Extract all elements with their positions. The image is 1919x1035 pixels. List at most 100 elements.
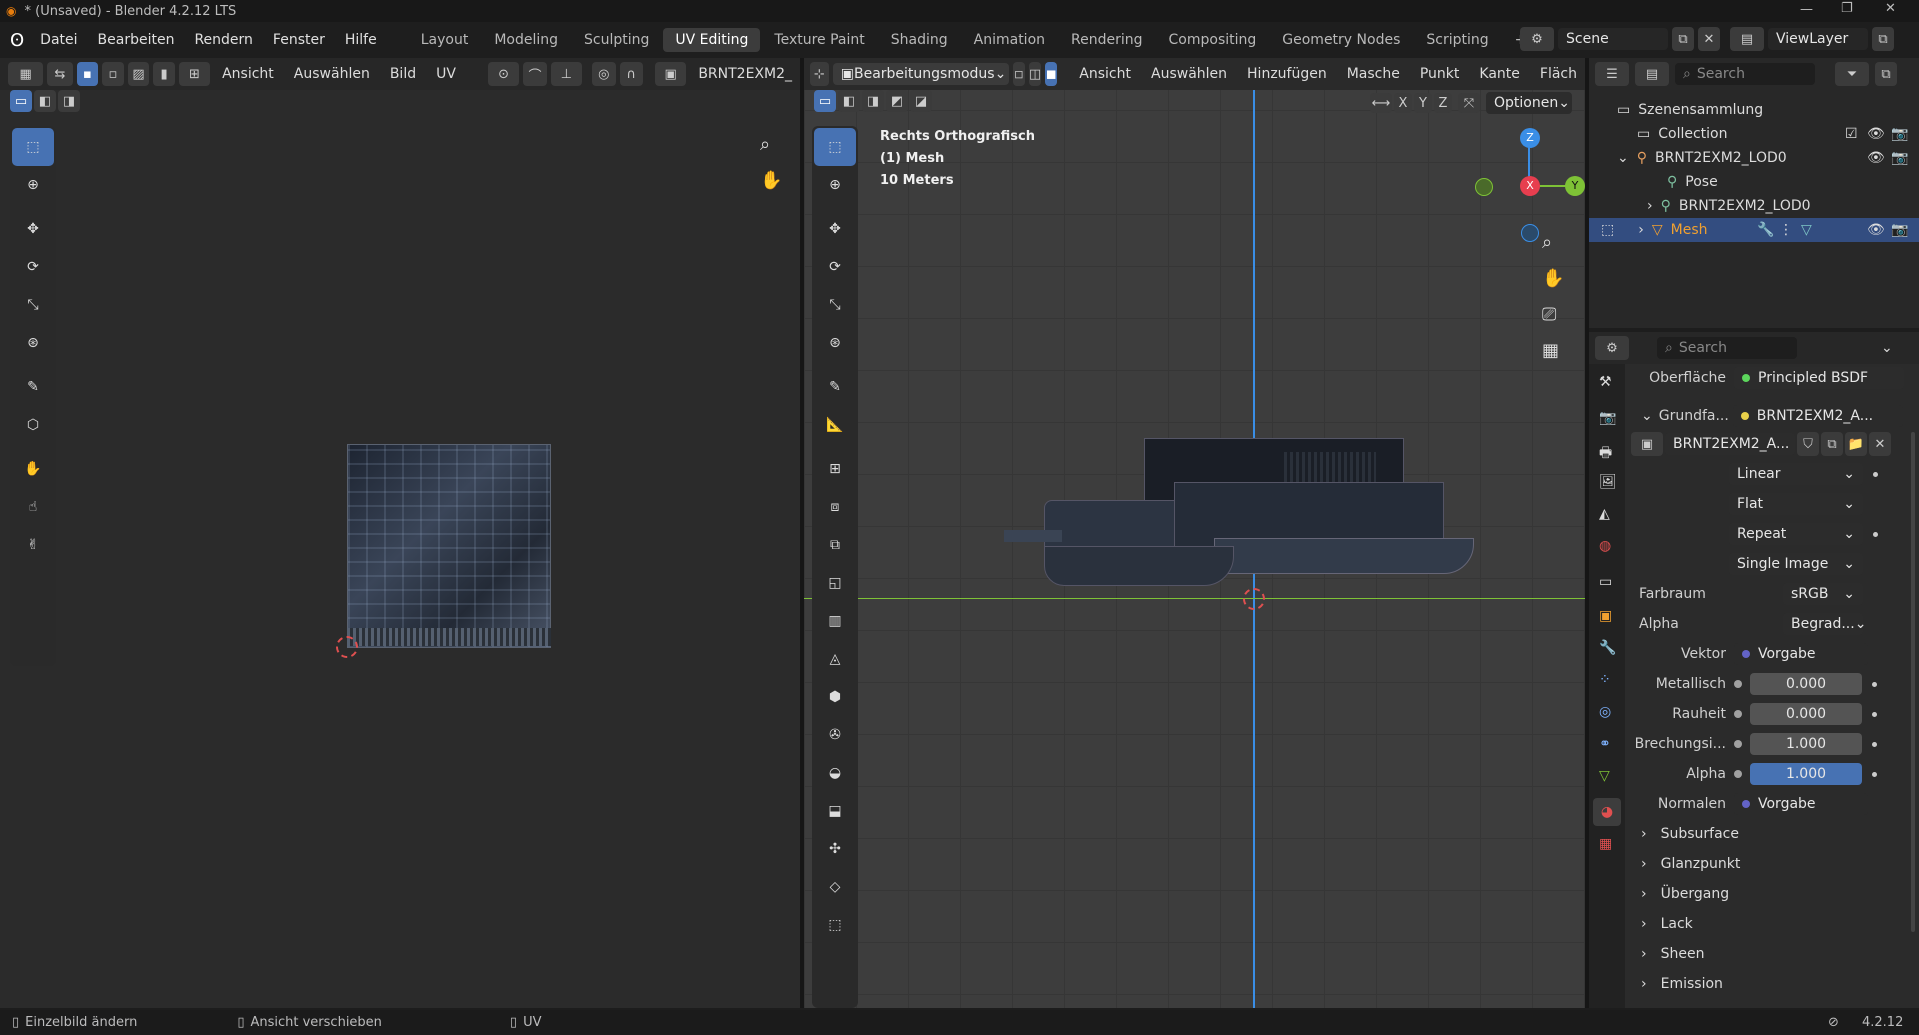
add-cube-tool[interactable]: ⊞ [814,450,856,488]
keyframe-dot-icon[interactable] [1872,681,1877,687]
transform-tool[interactable]: ⊛ [12,324,54,362]
navigation-gizmo[interactable]: Z X Y [1469,128,1599,248]
tree-row-armature-data[interactable]: › ⚲ BRNT2EXM2_LOD0 [1589,194,1859,218]
colorspace-select[interactable]: sRGB ⌄ [1783,583,1863,605]
section-coat[interactable]: › Lack [1629,912,1919,936]
vp-move-tool[interactable]: ✥ [814,210,856,248]
blender-menu-icon[interactable]: ʘ [10,30,24,51]
uv-pan-icon[interactable]: ✋ [760,170,782,191]
collection-tab-icon[interactable]: ▭ [1599,574,1612,590]
tab-uv-editing[interactable]: UV Editing [663,28,761,52]
mirror-y-toggle[interactable]: Y [1414,93,1432,113]
select-box-tool[interactable]: ⬚ [12,128,54,166]
annotate-tool[interactable]: ✎ [12,368,54,406]
vp-transform-tool[interactable]: ⊛ [814,324,856,362]
vp-zoom-icon[interactable]: ⌕ [1542,232,1552,253]
particles-tab-icon[interactable]: ⁘ [1599,672,1611,688]
vp-select-subtract-icon[interactable]: ◨ [862,90,884,112]
expand-chevron-icon[interactable]: › [1638,222,1644,238]
scale-tool[interactable]: ⤡ [12,286,54,324]
display-mode-icon[interactable]: ▤ [1635,62,1669,86]
rip-tool[interactable]: ⬡ [12,406,54,444]
keyframe-dot-icon[interactable] [1872,711,1877,717]
vp-camera-icon[interactable]: ⎚ [1542,304,1556,325]
bevel-tool[interactable]: ◱ [814,564,856,602]
image-browse-icon[interactable]: ▣ [655,62,687,86]
scene-icon[interactable]: ⚙ [1520,27,1554,51]
edge-slide-tool[interactable]: ⬓ [814,792,856,830]
uv-texture-image[interactable] [347,444,551,648]
gizmo-x-icon[interactable]: X [1520,176,1540,196]
alpha-mode-select[interactable]: Begrad... ⌄ [1783,613,1866,635]
uv-menu-bild[interactable]: Bild [382,66,424,82]
close-icon[interactable]: ✕ [1885,1,1896,16]
vp-select-invert-icon[interactable]: ◩ [886,90,908,112]
tab-geometry-nodes[interactable]: Geometry Nodes [1270,28,1412,52]
properties-options-chevron-icon[interactable]: ⌄ [1881,340,1893,356]
constraints-tab-icon[interactable]: ⚭ [1599,736,1611,752]
vector-input[interactable]: Vorgabe [1734,643,1868,665]
gizmo-neg-z-icon[interactable] [1521,224,1539,242]
loop-cut-tool[interactable]: ▥ [814,602,856,640]
menu-datei[interactable]: Datei [30,32,87,48]
3d-viewport[interactable]: ⊹ ▣ Bearbeitungsmodus ⌄ ◽ ◫ ◼ Ansicht Ausw… [804,58,1585,1008]
keyframe-dot-icon[interactable] [1872,741,1877,747]
tab-layout[interactable]: Layout [409,28,481,52]
vp-cursor-tool[interactable]: ⊕ [814,166,856,204]
smooth-tool[interactable]: ◒ [814,754,856,792]
tree-row-scene-collection[interactable]: ▭ Szenensammlung [1589,98,1859,122]
render-camera-icon[interactable]: 📷 [1891,126,1908,142]
projection-select[interactable]: Flat ⌄ [1729,493,1863,515]
mirror-z-toggle[interactable]: Z [1434,93,1452,113]
vp-pan-icon[interactable]: ✋ [1542,268,1564,289]
outliner-editor-type-icon[interactable]: ☰ [1595,62,1629,86]
tab-scripting[interactable]: Scripting [1414,28,1500,52]
vp-menu-hinzufuegen[interactable]: Hinzufügen [1239,66,1335,82]
vp-measure-tool[interactable]: 📐 [814,406,856,444]
move-tool[interactable]: ✥ [12,210,54,248]
surface-shader-selector[interactable]: Principled BSDF [1734,367,1904,389]
normal-input[interactable]: Vorgabe [1734,793,1868,815]
face-mode-icon[interactable]: ◼ [1045,62,1058,86]
pivot-icon[interactable]: ⊙ [487,62,520,86]
3d-cursor-icon[interactable] [1243,588,1265,610]
uv-cursor-icon[interactable] [336,636,358,658]
physics-tab-icon[interactable]: ◎ [1599,704,1611,720]
face-select-icon[interactable]: ▨ [127,62,150,86]
metallic-slider[interactable]: 0.000 [1750,673,1862,695]
section-emission[interactable]: › Emission [1629,972,1919,996]
edge-mode-icon[interactable]: ◫ [1028,62,1042,86]
options-dropdown[interactable]: Optionen ⌄ [1486,92,1572,114]
uv-image-name[interactable]: BRNT2EXM2_ [690,66,800,82]
uv-menu-ansicht[interactable]: Ansicht [214,66,282,82]
vp-menu-masche[interactable]: Masche [1339,66,1408,82]
render-camera-icon[interactable]: 📷 [1891,222,1908,238]
vp-select-extend-icon[interactable]: ◧ [838,90,860,112]
vertex-select-icon[interactable]: ▪ [76,62,99,86]
menu-hilfe[interactable]: Hilfe [335,32,387,48]
modifier-tab-icon[interactable]: 🔧 [1599,640,1616,656]
extension-select[interactable]: Repeat ⌄ [1729,523,1863,545]
roughness-slider[interactable]: 0.000 [1750,703,1862,725]
alpha-slider[interactable]: 1.000 [1750,763,1862,785]
duplicate-image-icon[interactable]: ⧉ [1821,432,1843,456]
rip-region-tool[interactable]: ⬚ [814,906,856,944]
new-collection-icon[interactable]: ⧉ [1875,62,1897,86]
mirror-icon[interactable]: ⟷ [1370,93,1392,113]
vp-select-intersect-icon[interactable]: ◪ [910,90,932,112]
tab-texture-paint[interactable]: Texture Paint [762,28,876,52]
tab-shading[interactable]: Shading [879,28,960,52]
vp-scale-tool[interactable]: ⤡ [814,286,856,324]
sticky-select-icon[interactable]: ⊞ [178,62,211,86]
mesh-object[interactable] [1004,438,1474,598]
exclude-checkbox[interactable]: ☑ [1845,126,1858,142]
select-extend-icon[interactable]: ◧ [34,90,56,112]
tab-animation[interactable]: Animation [962,28,1057,52]
edge-select-icon[interactable]: ▫ [102,62,124,86]
gizmo-y-icon[interactable]: Y [1565,176,1585,196]
vp-select-box-tool[interactable]: ⬚ [814,128,856,166]
vertex-groups-icon[interactable]: ⋮ [1779,222,1793,238]
vp-menu-punkt[interactable]: Punkt [1412,66,1468,82]
minimize-icon[interactable]: — [1800,2,1813,17]
section-sheen[interactable]: › Sheen [1629,942,1919,966]
